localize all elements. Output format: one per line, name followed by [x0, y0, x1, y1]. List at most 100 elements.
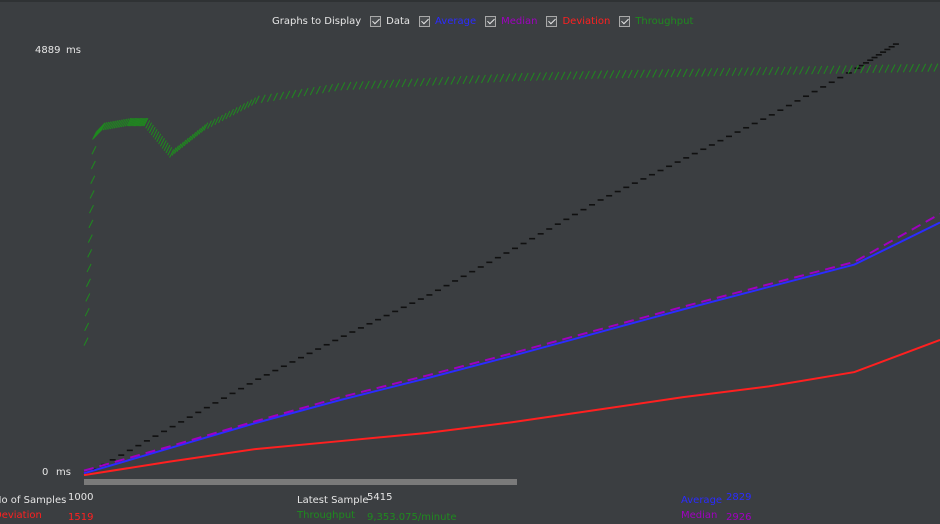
graph-plot-area — [83, 43, 940, 476]
throughput-tick — [89, 190, 95, 199]
data-point — [691, 152, 698, 155]
data-point — [315, 348, 322, 350]
data-point — [203, 406, 210, 409]
data-point — [811, 90, 818, 93]
data-point — [409, 302, 416, 304]
throughput-tick — [395, 79, 401, 88]
data-point — [546, 228, 553, 230]
data-point — [743, 126, 750, 129]
data-point — [392, 310, 399, 313]
throughput-tick — [499, 73, 505, 83]
throughput-tick — [633, 69, 639, 79]
throughput-tick — [247, 99, 253, 108]
throughput-tick — [352, 81, 358, 90]
data-point — [892, 43, 899, 45]
data-point — [614, 190, 621, 193]
throughput-tick — [86, 263, 92, 273]
throughput-tick — [407, 78, 413, 87]
throughput-tick — [805, 66, 810, 75]
series-average — [83, 221, 940, 475]
throughput-tick — [425, 77, 431, 87]
data-point — [460, 275, 467, 278]
data-point — [135, 444, 142, 447]
data-point — [503, 252, 510, 254]
data-point — [520, 242, 527, 245]
data-point — [648, 173, 655, 176]
data-point — [178, 421, 185, 423]
throughput-tick — [933, 63, 939, 72]
data-point — [623, 186, 630, 189]
data-point — [494, 256, 501, 259]
throughput-tick — [462, 75, 468, 85]
data-point — [323, 343, 330, 346]
throughput-tick — [505, 73, 511, 82]
data-point — [777, 109, 784, 112]
data-point — [289, 361, 296, 363]
samples-label: No of Samples — [0, 495, 67, 506]
deviation-value: 1519 — [68, 512, 94, 523]
data-point — [554, 223, 561, 225]
data-point — [332, 339, 339, 342]
data-point — [212, 402, 219, 404]
throughput-tick — [487, 74, 492, 83]
throughput-tick — [811, 65, 817, 75]
throughput-tick — [243, 101, 249, 110]
data-point — [143, 440, 150, 442]
throughput-tick — [921, 63, 927, 73]
throughput-tick — [334, 83, 340, 92]
data-point — [537, 233, 544, 235]
data-point — [169, 425, 176, 428]
throughput-tick — [823, 65, 829, 75]
median-label: Median — [681, 510, 718, 521]
throughput-tick — [480, 74, 486, 84]
data-point — [126, 449, 133, 452]
data-point — [357, 327, 364, 329]
throughput-tick — [682, 68, 688, 78]
throughput-tick — [240, 103, 245, 112]
throughput-tick — [389, 79, 395, 88]
latest-sample-value: 5415 — [367, 492, 393, 503]
throughput-tick — [456, 75, 462, 85]
data-point — [306, 352, 313, 355]
throughput-tick — [554, 71, 560, 81]
throughput-tick — [254, 95, 260, 104]
data-point — [734, 131, 741, 133]
throughput-tick — [609, 70, 615, 79]
data-point — [186, 416, 193, 418]
median-value: 2926 — [726, 512, 752, 523]
throughput-tick — [560, 71, 566, 81]
data-point — [760, 118, 767, 120]
throughput-tick — [266, 93, 272, 103]
data-point — [888, 45, 895, 48]
data-point — [794, 100, 801, 102]
data-point — [280, 365, 287, 368]
throughput-tick — [232, 107, 238, 116]
throughput-tick — [438, 76, 444, 86]
data-point — [803, 95, 810, 98]
throughput-tick — [297, 88, 303, 98]
throughput-tick — [774, 66, 780, 76]
throughput-tick — [878, 64, 884, 73]
average-label: Average — [681, 495, 723, 506]
throughput-tick — [346, 81, 352, 91]
throughput-tick — [432, 77, 437, 86]
throughput-tick — [85, 293, 91, 302]
average-line — [83, 221, 940, 475]
data-point — [229, 392, 236, 395]
data-point — [580, 208, 587, 211]
throughput-tick — [713, 67, 719, 77]
data-point — [152, 435, 159, 437]
throughput-tick — [915, 63, 920, 73]
data-point — [512, 247, 518, 250]
data-point — [837, 76, 844, 79]
throughput-tick — [542, 72, 548, 81]
throughput-tick — [578, 70, 584, 80]
data-point — [118, 454, 125, 456]
throughput-tick — [835, 65, 841, 74]
data-point — [867, 59, 874, 62]
data-point — [443, 284, 450, 287]
throughput-tick — [884, 64, 890, 73]
throughput-tick — [591, 70, 596, 80]
horizontal-scrollbar[interactable] — [84, 479, 517, 485]
throughput-tick — [646, 69, 651, 78]
